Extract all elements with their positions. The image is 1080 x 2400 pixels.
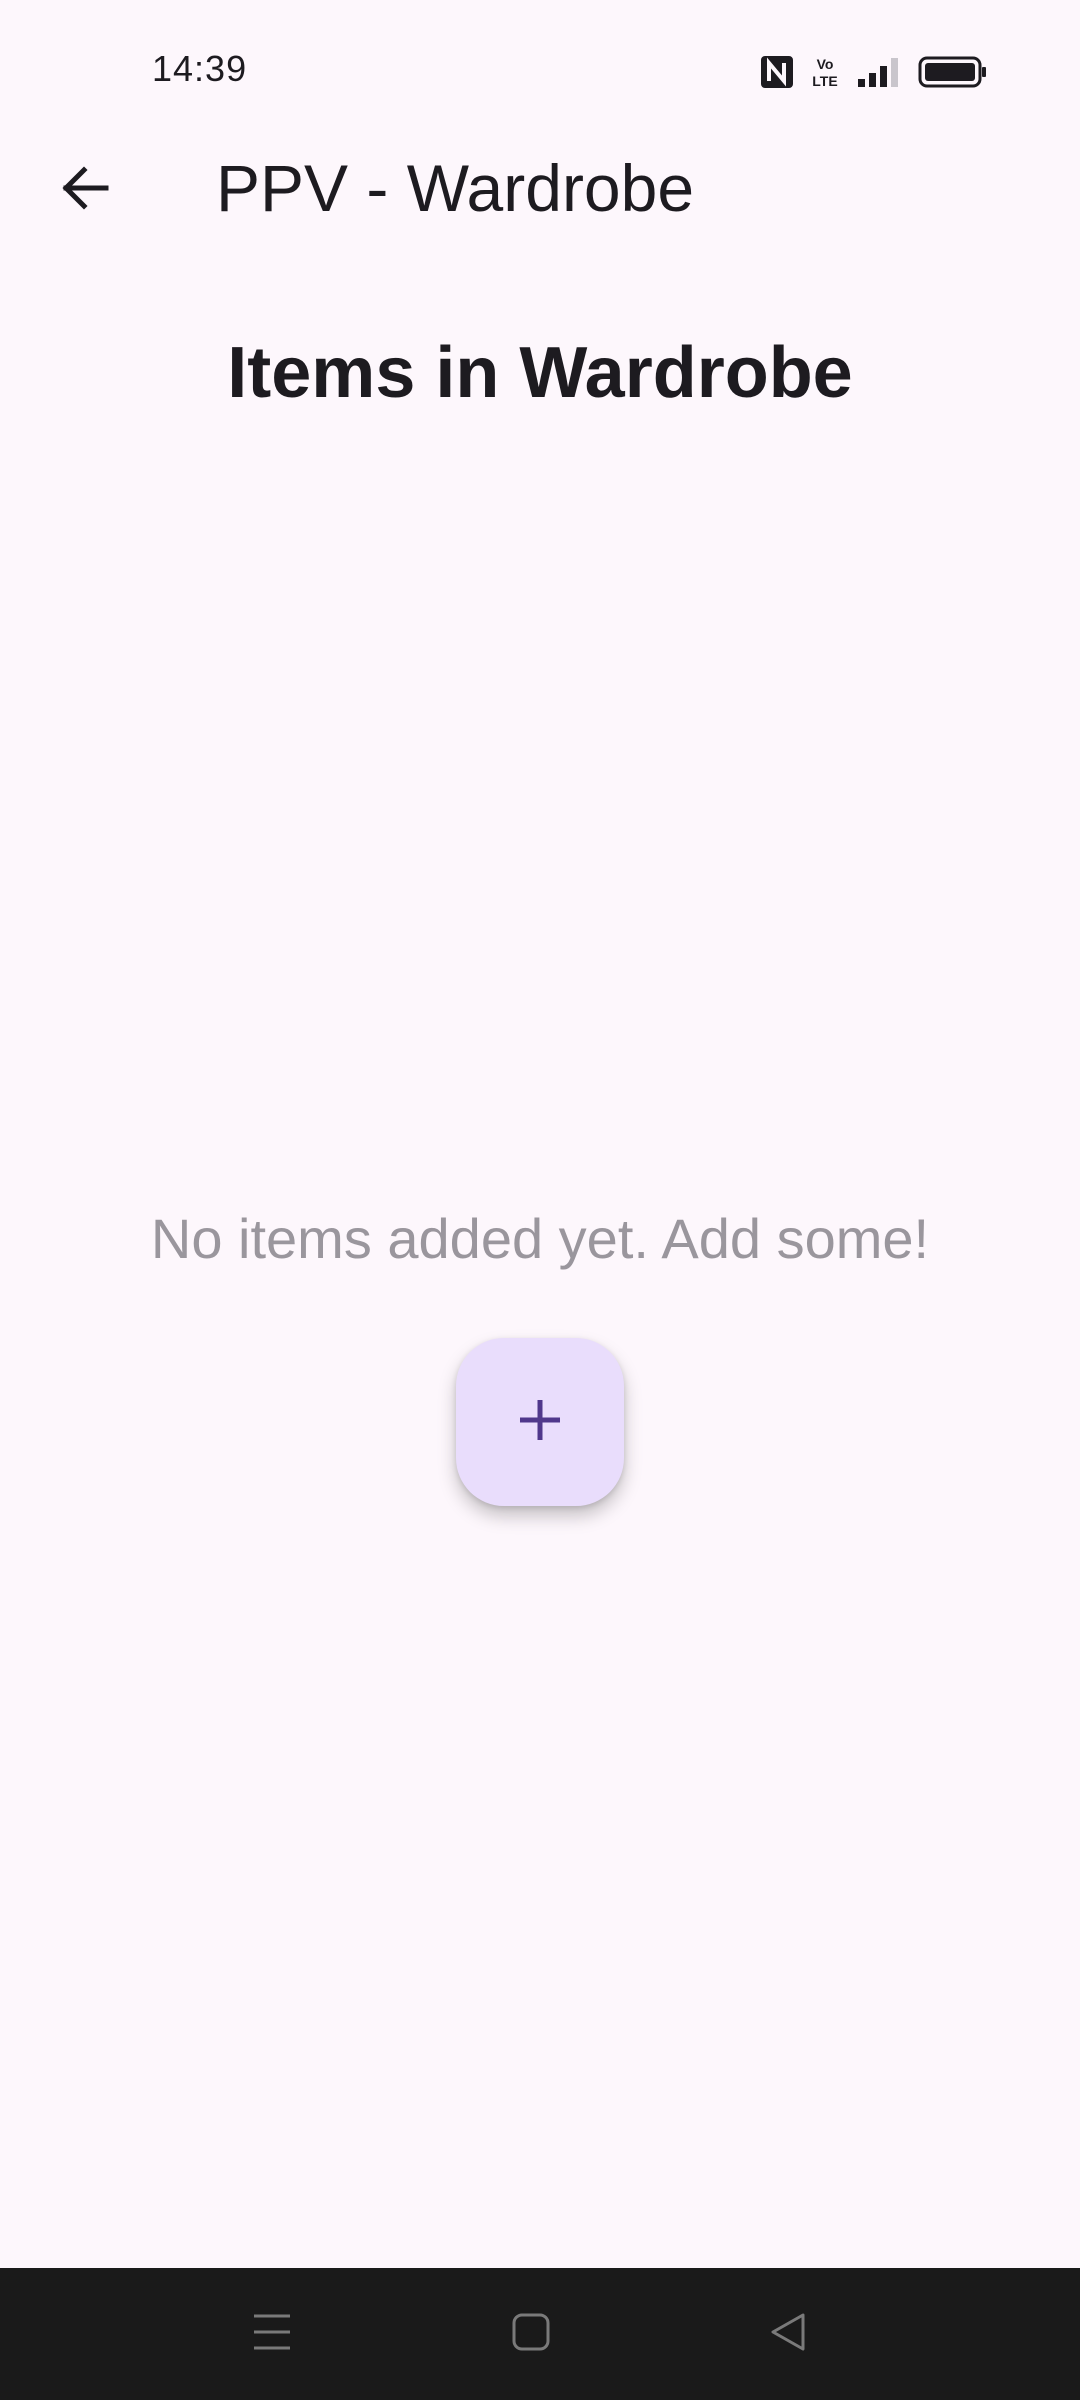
svg-text:Vo: Vo: [817, 56, 834, 72]
menu-icon: [252, 2312, 292, 2357]
app-title: PPV - Wardrobe: [216, 151, 695, 225]
empty-state-message: No items added yet. Add some!: [150, 1207, 930, 1270]
volte-icon: Vo LTE: [812, 55, 838, 89]
nav-home-button[interactable]: [491, 2294, 571, 2374]
svg-text:LTE: LTE: [812, 73, 837, 89]
status-bar: 14:39 Vo LTE: [0, 0, 1080, 140]
battery-icon: [918, 55, 988, 89]
back-triangle-icon: [768, 2312, 808, 2357]
system-navigation-bar: [0, 2268, 1080, 2400]
arrow-left-icon: [56, 160, 112, 221]
status-time: 14:39: [152, 48, 248, 89]
add-item-button[interactable]: [456, 1338, 624, 1506]
home-icon: [511, 2312, 551, 2357]
plus-icon: [516, 1396, 564, 1449]
nav-recents-button[interactable]: [232, 2294, 312, 2374]
back-button[interactable]: [34, 150, 134, 230]
nfc-icon: [760, 55, 794, 89]
nav-back-button[interactable]: [748, 2294, 828, 2374]
signal-icon: [856, 55, 900, 89]
status-icons: Vo LTE: [760, 52, 988, 92]
app-bar: PPV - Wardrobe: [0, 140, 1080, 240]
page-heading: Items in Wardrobe: [227, 333, 853, 413]
